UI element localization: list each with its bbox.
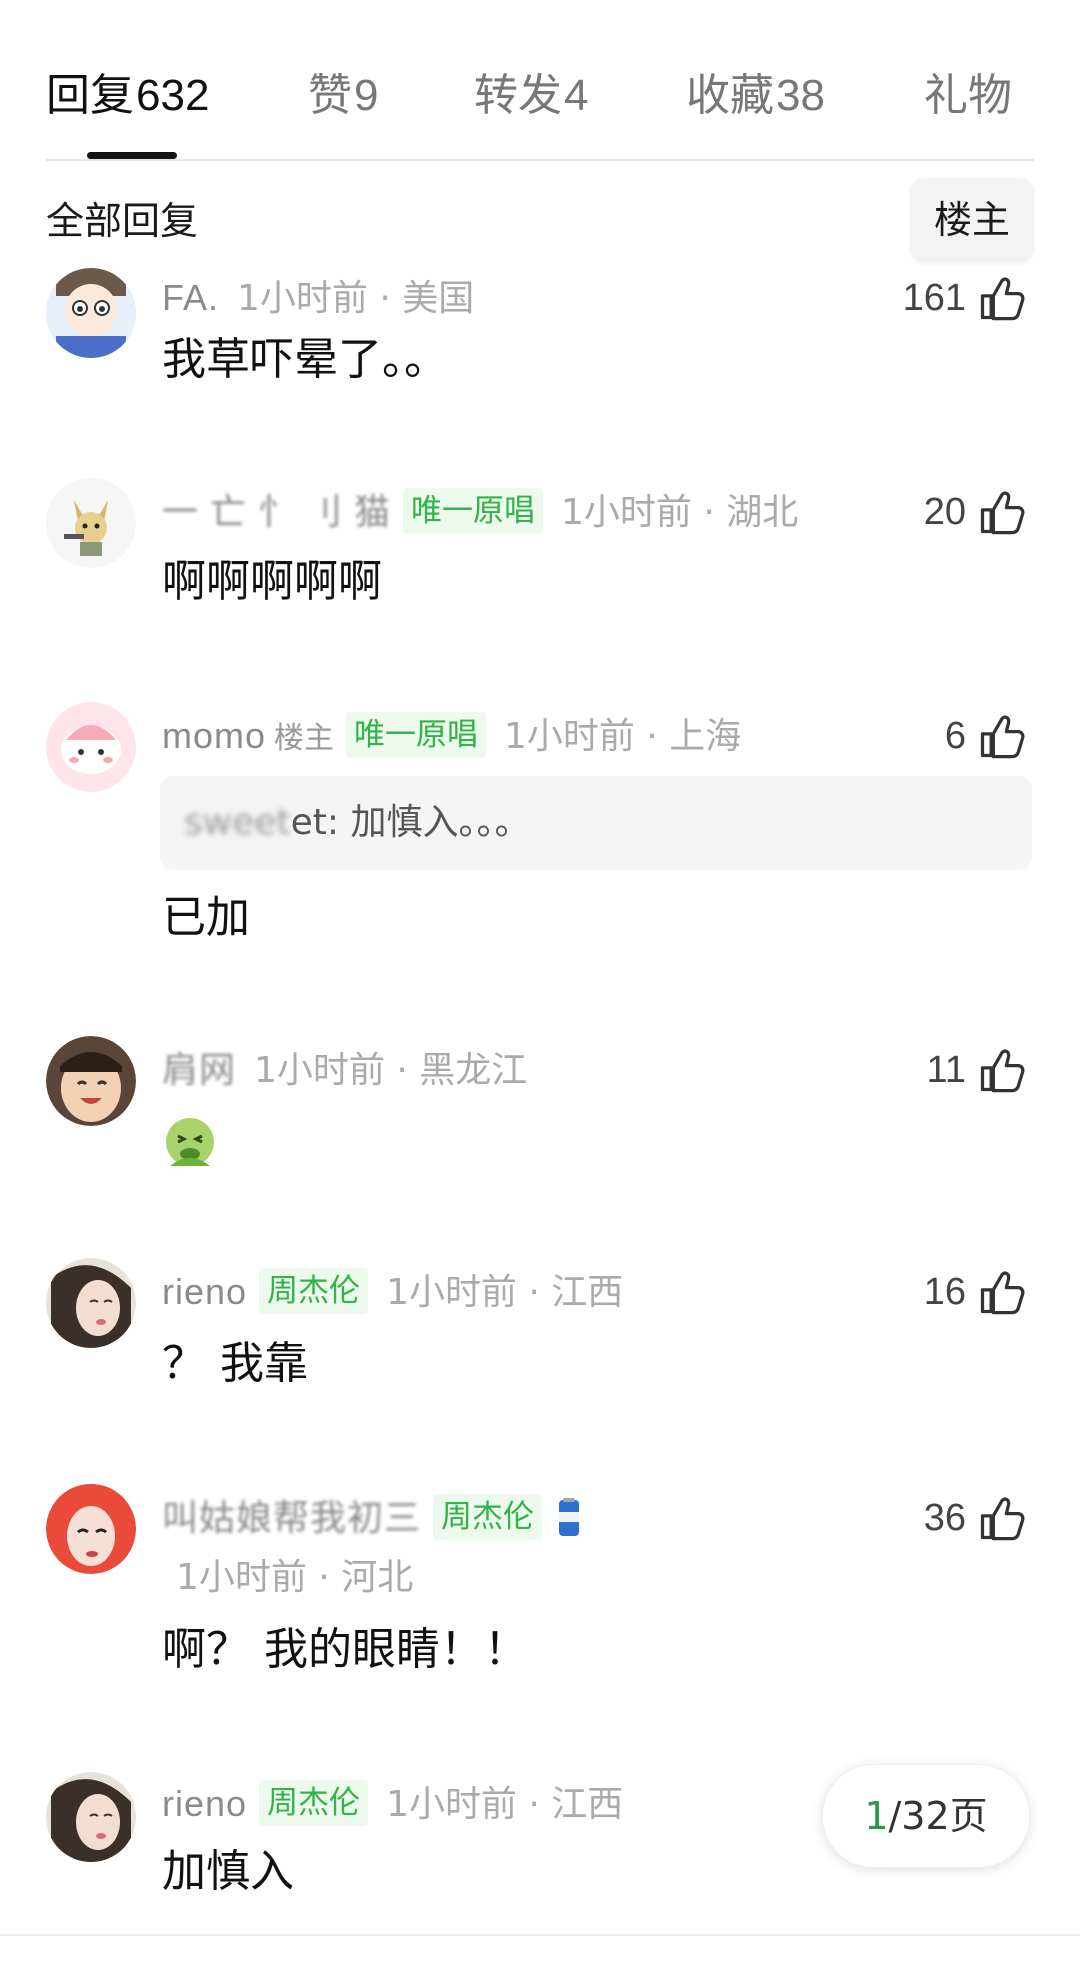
avatar[interactable] [46,1772,136,1862]
thumbs-up-icon [976,486,1028,538]
op-tag: 楼主 [274,721,335,756]
thumbs-up-icon [976,1044,1028,1096]
time-location: 1小时前 · 湖北 [561,492,799,533]
comment-text: 啊啊啊啊啊 [162,556,382,607]
tab-count: 38 [776,71,825,120]
nauseated-face-emoji [162,1116,218,1172]
comment-item: 肩网 1小时前 · 黑龙江 11 [0,1036,1080,1176]
like-button[interactable]: 36 [924,1490,1028,1546]
tab-label: 礼物 [924,70,1012,121]
comment-item: FA. 1小时前 · 美国 161 我草吓晕了。。 [0,268,1080,388]
avatar[interactable] [46,268,136,358]
active-tab-indicator [87,152,177,159]
like-count: 11 [926,1048,966,1091]
page-indicator[interactable]: 1/32页 [822,1764,1030,1868]
time-location: 1小时前 · 黑龙江 [254,1050,528,1091]
tab-label: 收藏 [686,70,774,121]
quoted-text: et: 加慎入。。。 [290,802,531,843]
comment-meta: momo 楼主 唯一原唱 1小时前 · 上海 [162,708,741,764]
current-page: 1 [864,1794,889,1838]
fan-badge[interactable]: 唯一原唱 [403,488,544,534]
comment-text: 我草吓晕了。。 [162,334,448,385]
tab-bar: 回复632 赞9 转发4 收藏38 礼物 [0,0,1080,162]
time-location: 1小时前 · 江西 [386,1272,624,1313]
fan-badge[interactable]: 周杰伦 [259,1780,369,1826]
username[interactable]: rieno [162,1783,247,1824]
comment-text: 加慎入 [162,1846,294,1897]
avatar[interactable] [46,1036,136,1126]
tab-label: 赞 [308,70,352,121]
tab-reposts[interactable]: 转发4 [474,66,588,126]
time-location: 1小时前 · 河北 [176,1557,414,1598]
comment-text: 啊？ 我的眼睛！！ [162,1624,528,1675]
like-button[interactable]: 161 [903,270,1028,326]
avatar[interactable] [46,478,136,568]
tab-likes[interactable]: 赞9 [308,66,378,126]
comment-text: 已加 [162,892,250,943]
fan-badge[interactable]: 周杰伦 [259,1268,369,1314]
like-count: 6 [944,714,966,757]
username[interactable]: momo [162,715,266,756]
time-location: 1小时前 · 美国 [237,278,475,319]
tab-favorites[interactable]: 收藏38 [686,66,825,126]
thumbs-up-icon [976,1492,1028,1544]
tab-count: 4 [564,71,589,120]
username[interactable]: FA. [162,277,219,318]
drink-can-icon [556,1498,582,1555]
comment-meta: 叫姑娘帮我初三 周杰伦 [162,1490,582,1546]
avatar[interactable] [46,1258,136,1348]
thumbs-up-icon [976,272,1028,324]
avatar[interactable] [46,702,136,792]
op-only-button[interactable]: 楼主 [910,178,1034,262]
username[interactable]: rieno [162,1271,247,1312]
username[interactable]: 肩网 [162,1049,236,1090]
username[interactable]: 一 亡 忄 刂 猫 [162,491,391,532]
like-count: 16 [923,1270,966,1313]
comment-item: 叫姑娘帮我初三 周杰伦 36 1小时前 · 河北 啊？ 我的眼睛！！ [0,1484,1080,1684]
like-count: 36 [923,1496,966,1539]
comment-meta: rieno 周杰伦 1小时前 · 江西 [162,1264,623,1320]
like-count: 161 [902,276,966,319]
username[interactable]: 叫姑娘帮我初三 [162,1497,421,1538]
fan-badge[interactable]: 周杰伦 [433,1494,543,1540]
divider [46,159,1034,161]
quoted-reply[interactable]: sweetet: 加慎入。。。 [160,776,1032,870]
quoted-author: sweet [184,802,291,843]
tab-gifts[interactable]: 礼物 [924,66,1014,126]
comment-item: rieno 周杰伦 1小时前 · 江西 16 ？ 我靠 [0,1258,1080,1389]
like-count: 20 [923,490,966,533]
like-button[interactable]: 16 [924,1264,1028,1320]
like-button[interactable]: 6 [945,708,1028,764]
all-replies-label: 全部回复 [46,199,199,243]
thumbs-up-icon [976,1266,1028,1318]
comment-text: ？ 我靠 [162,1338,308,1389]
divider [0,1934,1080,1936]
comment-item: momo 楼主 唯一原唱 1小时前 · 上海 6 sweetet: 加慎入。。。 已加 [0,702,1080,962]
comment-meta: rieno 周杰伦 1小时前 · 江西 [162,1776,623,1832]
avatar[interactable] [46,1484,136,1574]
time-location: 1小时前 · 上海 [504,716,742,757]
comment-meta: 肩网 1小时前 · 黑龙江 [162,1042,527,1098]
tab-label: 转发 [474,70,562,121]
tab-count: 632 [136,71,210,120]
tab-label: 回复 [46,70,134,121]
comment-meta: FA. 1小时前 · 美国 [162,270,474,326]
tab-count: 9 [354,71,379,120]
thumbs-up-icon [976,710,1028,762]
fan-badge[interactable]: 唯一原唱 [346,712,487,758]
tab-replies[interactable]: 回复632 [46,66,209,126]
like-button[interactable]: 11 [927,1042,1028,1098]
comment-meta: 一 亡 忄 刂 猫唯一原唱 1小时前 · 湖北 [162,484,798,540]
comment-item: 一 亡 忄 刂 猫唯一原唱 1小时前 · 湖北 20 啊啊啊啊啊 [0,478,1080,628]
total-pages: /32页 [888,1794,988,1838]
time-location: 1小时前 · 江西 [386,1784,624,1825]
like-button[interactable]: 20 [924,484,1028,540]
